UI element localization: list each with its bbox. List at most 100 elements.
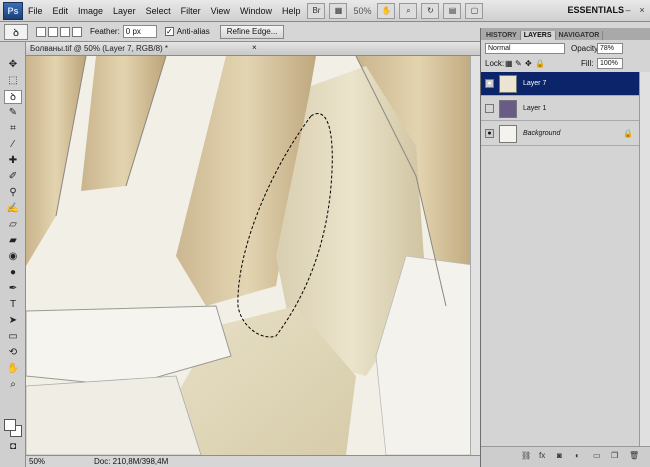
layer-thumbnail [499, 100, 517, 118]
blend-row: Normal Opacity: 78% [481, 41, 650, 55]
lock-position-icon[interactable]: ✥ [525, 59, 532, 68]
menu-help[interactable]: Help [277, 6, 306, 16]
history-brush-tool-icon[interactable]: ✍ [4, 202, 22, 216]
3d-rotate-tool-icon[interactable]: ⟲ [4, 346, 22, 360]
eraser-tool-icon[interactable]: ▱ [4, 218, 22, 232]
menu-filter[interactable]: Filter [176, 6, 206, 16]
lock-label: Lock: [485, 59, 505, 68]
tools-panel: ✥ ⬚ ꝺ ✎ ⌗ ⁄ ✚ ✐ ⚲ ✍ ▱ ▰ ◉ ● ✒ T ➤ ▭ ⟲ ✋ … [0, 42, 26, 467]
status-doc-size: Doc: 210,8M/398,4M [94, 457, 169, 466]
canvas-artwork [26, 56, 480, 455]
menu-select[interactable]: Select [141, 6, 176, 16]
intersect-selection-icon[interactable] [72, 26, 82, 37]
grid-icon: ▦ [334, 6, 343, 15]
zoom-level-readout[interactable]: 50% [353, 6, 371, 16]
close-window-icon[interactable]: × [636, 4, 648, 16]
lasso-tool-icon[interactable]: ꝺ [4, 90, 22, 104]
crop-tool-icon[interactable]: ⌗ [4, 122, 22, 136]
move-tool-icon[interactable]: ✥ [4, 58, 22, 72]
eye-icon[interactable]: ● [485, 129, 494, 138]
antialias-checkbox[interactable]: ✓ [164, 27, 174, 36]
tab-layers[interactable]: LAYERS [520, 31, 556, 40]
gradient-tool-icon[interactable]: ▰ [4, 234, 22, 248]
tab-navigator[interactable]: NAVIGATOR [556, 31, 604, 40]
type-tool-icon[interactable]: T [4, 298, 22, 312]
path-selection-tool-icon[interactable]: ➤ [4, 314, 22, 328]
new-selection-icon[interactable] [36, 26, 46, 37]
subtract-selection-icon[interactable] [60, 26, 70, 37]
shape-tool-icon[interactable]: ▭ [4, 330, 22, 344]
dodge-tool-icon[interactable]: ● [4, 266, 22, 280]
quick-select-tool-icon[interactable]: ✎ [4, 106, 22, 120]
opacity-input[interactable]: 78% [597, 43, 623, 54]
layers-scrollbar[interactable] [639, 72, 650, 446]
blur-tool-icon[interactable]: ◉ [4, 250, 22, 264]
status-zoom[interactable]: 50% [29, 457, 45, 466]
hand-tool-button[interactable]: ✋ [377, 2, 396, 19]
link-layers-icon[interactable]: ⛓ [521, 451, 531, 460]
menu-edit[interactable]: Edit [48, 6, 74, 16]
feather-input[interactable]: 0 px [122, 25, 157, 38]
document-tab[interactable]: Болваны.tif @ 50% (Layer 7, RGB/8) * × [26, 42, 480, 56]
trash-icon[interactable]: 🗑 [629, 451, 639, 460]
brush-tool-icon[interactable]: ✐ [4, 170, 22, 184]
eyedropper-tool-icon[interactable]: ⁄ [4, 138, 22, 152]
zoom-tool-icon[interactable]: ⌕ [4, 378, 22, 392]
view-extras-button[interactable]: ▦ [329, 2, 348, 19]
document-canvas[interactable] [26, 56, 480, 455]
workspace-switcher[interactable]: ESSENTIALS [567, 5, 624, 15]
healing-tool-icon[interactable]: ✚ [4, 154, 22, 168]
layer-row-background[interactable]: ● Background 🔒 [481, 122, 639, 146]
quick-mask-icon[interactable]: ◘ [4, 440, 22, 454]
bridge-button[interactable]: Br [307, 2, 326, 19]
zoom-tool-button[interactable]: ⌕ [399, 2, 418, 19]
refine-edge-button[interactable]: Refine Edge... [219, 24, 285, 39]
adjustment-layer-icon[interactable]: ◐ [575, 451, 580, 460]
fill-input[interactable]: 100% [597, 58, 623, 69]
rotate-view-button[interactable]: ↻ [421, 2, 440, 19]
status-bar: 50% Doc: 210,8M/398,4M [26, 455, 480, 467]
close-document-icon[interactable]: × [252, 43, 257, 52]
lock-transparency-icon[interactable]: ▦ [505, 59, 513, 68]
blend-mode-select[interactable]: Normal [485, 43, 565, 54]
hand-tool-icon[interactable]: ✋ [4, 362, 22, 376]
marquee-tool-icon[interactable]: ⬚ [4, 74, 22, 88]
add-mask-icon[interactable]: ◙ [557, 451, 562, 460]
new-layer-icon[interactable]: ❐ [611, 451, 618, 460]
arrange-documents-button[interactable]: ▤ [443, 2, 462, 19]
add-selection-icon[interactable] [48, 26, 58, 37]
lock-row: Lock: ▦ ✎ ✥ 🔒 Fill: 100% [481, 57, 650, 71]
screen-mode-icon: ▢ [470, 6, 479, 15]
tool-preset-picker[interactable]: ꝺ [4, 23, 28, 40]
canvas-vertical-scrollbar[interactable] [470, 56, 480, 455]
eye-icon[interactable]: ● [485, 79, 494, 88]
menu-window[interactable]: Window [235, 6, 277, 16]
menu-image[interactable]: Image [73, 6, 108, 16]
magnifier-icon: ⌕ [406, 5, 411, 15]
pen-tool-icon[interactable]: ✒ [4, 282, 22, 296]
foreground-color-swatch[interactable] [4, 419, 16, 431]
layer-name: Layer 7 [523, 80, 547, 87]
layers-panel: HISTORY LAYERS NAVIGATOR Normal Opacity:… [480, 28, 650, 467]
menu-layer[interactable]: Layer [108, 6, 141, 16]
lock-all-icon[interactable]: 🔒 [535, 59, 545, 68]
menu-file[interactable]: File [23, 6, 48, 16]
menu-view[interactable]: View [206, 6, 235, 16]
layer-row-layer-7[interactable]: ● Layer 7 [481, 72, 639, 96]
new-group-icon[interactable]: ▭ [593, 451, 601, 460]
tab-history[interactable]: HISTORY [483, 31, 521, 40]
layer-thumbnail [499, 125, 517, 143]
layer-style-icon[interactable]: fx [539, 451, 545, 460]
lock-icon: 🔒 [623, 129, 633, 138]
fill-label: Fill: [581, 59, 594, 68]
eye-hidden-icon[interactable] [485, 104, 494, 113]
lock-image-icon[interactable]: ✎ [515, 59, 522, 68]
clone-stamp-tool-icon[interactable]: ⚲ [4, 186, 22, 200]
layer-row-layer-1[interactable]: Layer 1 [481, 97, 639, 121]
minimize-icon[interactable]: – [622, 4, 634, 16]
screen-mode-button[interactable]: ▢ [465, 2, 484, 19]
antialias-label: Anti-alias [176, 27, 210, 36]
layer-name: Layer 1 [523, 105, 547, 112]
lasso-icon: ꝺ [13, 27, 19, 39]
layers-panel-footer: ⛓ fx ◙ ◐ ▭ ❐ 🗑 [481, 446, 650, 467]
